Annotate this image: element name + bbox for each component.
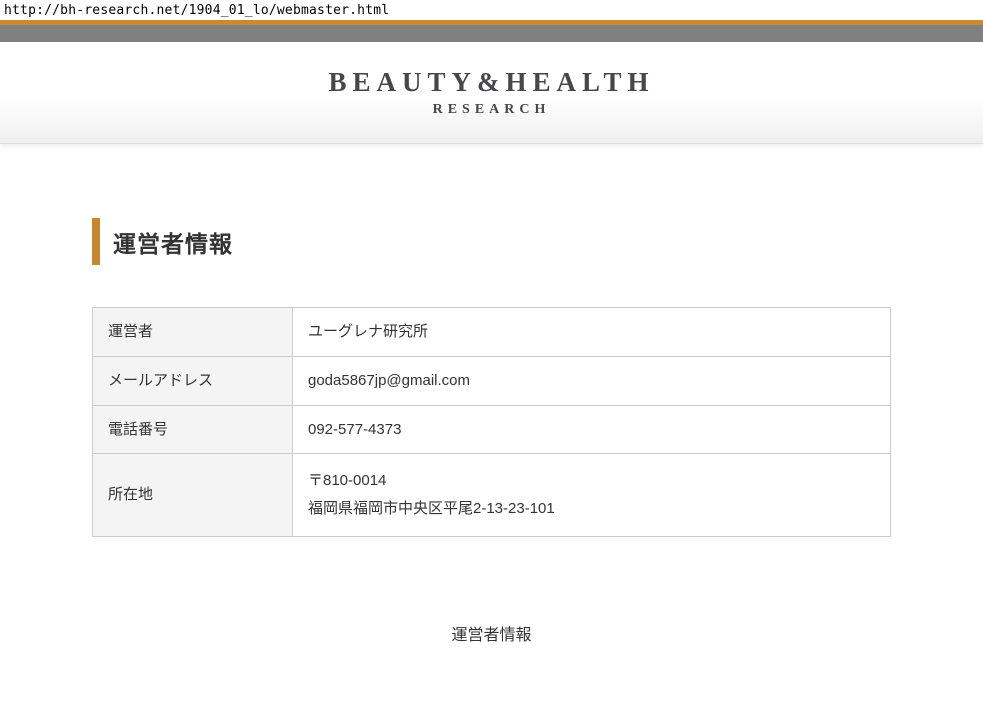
page-title: 運営者情報 [113, 225, 233, 259]
operator-info-table: 運営者 ユーグレナ研究所 メールアドレス goda5867jp@gmail.co… [92, 307, 891, 537]
site-logo[interactable]: BEAUTY&HEALTH RESEARCH [328, 67, 654, 118]
footer-nav: 運営者情報 [92, 621, 891, 645]
url-bar: http://bh-research.net/1904_01_lo/webmas… [0, 0, 983, 20]
row-value: 092-577-4373 [293, 405, 891, 454]
row-label: 運営者 [93, 308, 293, 357]
site-header: BEAUTY&HEALTH RESEARCH [0, 42, 983, 144]
main-content: 運営者情報 運営者 ユーグレナ研究所 メールアドレス goda5867jp@gm… [0, 218, 983, 708]
row-label: 所在地 [93, 454, 293, 537]
logo-subtitle: RESEARCH [328, 102, 654, 118]
footer-nav-link-operator-info[interactable]: 運営者情報 [451, 627, 531, 644]
url-text: http://bh-research.net/1904_01_lo/webmas… [4, 3, 389, 18]
row-value: ユーグレナ研究所 [293, 308, 891, 357]
logo-title: BEAUTY&HEALTH [328, 67, 654, 98]
page-heading: 運営者情報 [92, 218, 891, 265]
row-value: goda5867jp@gmail.com [293, 356, 891, 405]
row-value: 〒810-0014 福岡県福岡市中央区平尾2-13-23-101 [293, 454, 891, 537]
table-row-phone: 電話番号 092-577-4373 [93, 405, 891, 454]
row-label: メールアドレス [93, 356, 293, 405]
table-row-operator: 運営者 ユーグレナ研究所 [93, 308, 891, 357]
address-postal-code: 〒810-0014 [308, 467, 875, 495]
table-row-address: 所在地 〒810-0014 福岡県福岡市中央区平尾2-13-23-101 [93, 454, 891, 537]
table-row-email: メールアドレス goda5867jp@gmail.com [93, 356, 891, 405]
gray-strip [0, 25, 983, 42]
row-label: 電話番号 [93, 405, 293, 454]
heading-accent-bar [92, 218, 100, 265]
address-street: 福岡県福岡市中央区平尾2-13-23-101 [308, 495, 875, 523]
